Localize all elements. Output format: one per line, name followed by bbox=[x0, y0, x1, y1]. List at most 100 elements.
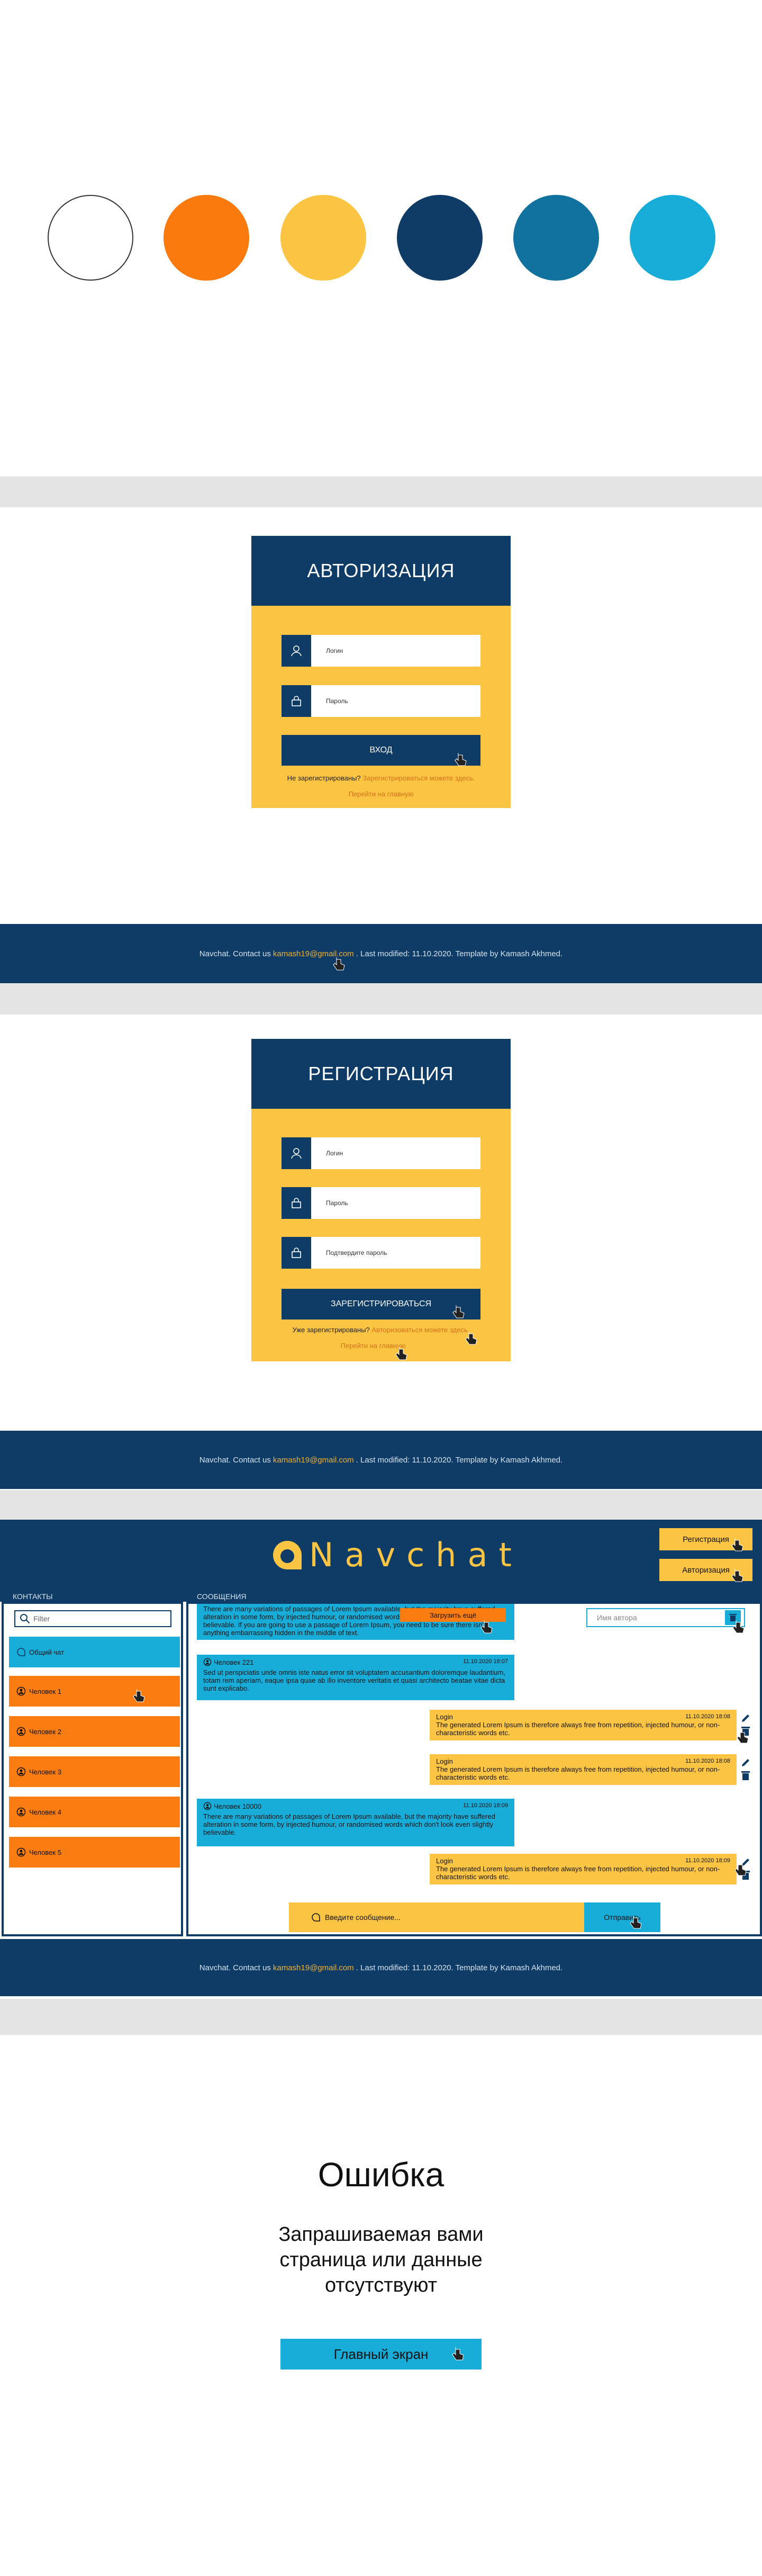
chat-bubble-icon bbox=[17, 1648, 25, 1656]
incoming-message: Человек 10000 11.10.2020 18:09 There are… bbox=[197, 1799, 514, 1846]
register-link[interactable]: Зарегистрироваться можете здесь. bbox=[362, 774, 475, 782]
message-actions bbox=[738, 1757, 754, 1781]
user-circle-icon bbox=[16, 1727, 26, 1736]
incoming-message: Человек 221 11.10.2020 18:07 Sed ut pers… bbox=[197, 1655, 514, 1700]
message-time: 11.10.2020 18:08 bbox=[685, 1713, 730, 1720]
user-circle-icon bbox=[203, 1802, 212, 1810]
message-author: Человек 221 bbox=[214, 1658, 254, 1666]
swatch-white bbox=[48, 195, 133, 281]
lock-icon bbox=[282, 1237, 311, 1269]
footer-email-link[interactable]: kamash19@gmail.com bbox=[273, 1456, 354, 1465]
register-nav-label: Регистрация bbox=[683, 1534, 729, 1544]
separator-band bbox=[0, 477, 762, 507]
message-author: Login bbox=[436, 1757, 453, 1765]
chat-bubble-icon bbox=[312, 1913, 320, 1922]
user-circle-icon bbox=[16, 1686, 26, 1696]
logo-text: Navchat bbox=[309, 1536, 523, 1574]
pencil-icon[interactable] bbox=[740, 1757, 751, 1768]
register-prompt: Не зарегистрированы? Зарегистрироваться … bbox=[251, 774, 511, 782]
swatch-blue bbox=[513, 195, 599, 281]
login-title: АВТОРИЗАЦИЯ bbox=[251, 536, 511, 606]
message-author: Человек 10000 bbox=[214, 1802, 261, 1810]
hand-cursor-icon bbox=[452, 1305, 465, 1318]
hand-cursor-icon bbox=[731, 1538, 743, 1551]
contact-item[interactable]: Человек 2 bbox=[9, 1716, 180, 1747]
home-link[interactable]: Перейти на главную bbox=[251, 790, 511, 798]
outgoing-message: Login 11.10.2020 18:08 The generated Lor… bbox=[430, 1710, 737, 1740]
swatch-orange bbox=[164, 195, 249, 281]
message-text: Sed ut perspiciatis unde omnis iste natu… bbox=[203, 1668, 505, 1692]
login-submit-button[interactable]: ВХОД bbox=[282, 735, 480, 766]
contact-item[interactable]: Человек 4 bbox=[9, 1797, 180, 1827]
footer-prefix: Navchat. Contact us bbox=[199, 1455, 271, 1465]
separator-band bbox=[0, 984, 762, 1015]
not-registered-text: Не зарегистрированы? bbox=[287, 774, 361, 782]
error-message: Запрашиваемая вами страница или данные о… bbox=[278, 2223, 484, 2296]
hand-cursor-icon bbox=[395, 1347, 407, 1360]
filter-input[interactable]: Filter bbox=[14, 1610, 171, 1627]
login-field[interactable]: Логин bbox=[282, 1137, 480, 1169]
footer: Navchat. Contact us kamash19@gmail.com .… bbox=[0, 1431, 762, 1489]
contact-name: Человек 2 bbox=[29, 1727, 61, 1736]
login-field[interactable]: Логин bbox=[282, 635, 480, 667]
contacts-label: КОНТАКТЫ bbox=[13, 1592, 53, 1601]
hand-cursor-icon bbox=[480, 1620, 493, 1633]
swatch-yellow bbox=[280, 195, 366, 281]
pencil-icon[interactable] bbox=[740, 1713, 751, 1724]
error-title: Ошибка bbox=[318, 2156, 444, 2194]
swatch-navy bbox=[397, 195, 483, 281]
contact-name: Человек 4 bbox=[29, 1808, 61, 1816]
hand-cursor-icon bbox=[455, 753, 467, 766]
author-filter-input[interactable]: Имя автора bbox=[586, 1608, 745, 1627]
lock-icon bbox=[282, 1187, 311, 1219]
message-text: The generated Lorem Ipsum is therefore a… bbox=[436, 1721, 720, 1737]
user-circle-icon bbox=[16, 1767, 26, 1776]
search-icon bbox=[20, 1614, 30, 1624]
message-text: The generated Lorem Ipsum is therefore a… bbox=[436, 1865, 720, 1881]
message-text: There are many variations of passages of… bbox=[203, 1812, 495, 1836]
password-field[interactable]: Пароль bbox=[282, 1187, 480, 1219]
contact-general-chat[interactable]: Общий чат bbox=[9, 1637, 180, 1667]
register-submit-button[interactable]: ЗАРЕГИСТРИРОВАТЬСЯ bbox=[282, 1289, 480, 1320]
login-placeholder: Логин bbox=[326, 647, 343, 654]
contact-item[interactable]: Человек 1 bbox=[9, 1676, 180, 1707]
hand-cursor-icon bbox=[731, 1569, 743, 1582]
footer-email-link[interactable]: kamash19@gmail.com bbox=[273, 1963, 354, 1972]
footer: Navchat. Contact us kamash19@gmail.com .… bbox=[0, 1939, 762, 1996]
footer-prefix: Navchat. Contact us bbox=[199, 949, 271, 958]
send-button[interactable]: Отправить bbox=[584, 1902, 660, 1932]
message-input[interactable]: Введите сообщение... bbox=[289, 1902, 584, 1932]
message-input-placeholder: Введите сообщение... bbox=[325, 1913, 401, 1922]
swatch-cyan bbox=[630, 195, 715, 281]
separator-band bbox=[0, 1999, 762, 2035]
footer-suffix: . Last modified: 11.10.2020. Template by… bbox=[356, 949, 563, 958]
author-placeholder: Имя автора bbox=[597, 1613, 637, 1622]
message-time: 11.10.2020 18:09 bbox=[463, 1802, 508, 1809]
separator-band bbox=[0, 1490, 762, 1520]
trash-icon[interactable] bbox=[741, 1770, 750, 1781]
message-time: 11.10.2020 18:07 bbox=[463, 1658, 508, 1665]
message-text: The generated Lorem Ipsum is therefore a… bbox=[436, 1765, 720, 1781]
login-link[interactable]: Авторизоваться можете здесь. bbox=[371, 1326, 469, 1334]
chat-bubble-logo-icon bbox=[273, 1540, 302, 1569]
outgoing-message: Login 11.10.2020 18:08 The generated Lor… bbox=[430, 1754, 737, 1785]
login-placeholder: Логин bbox=[326, 1150, 343, 1157]
contact-item[interactable]: Человек 5 bbox=[9, 1837, 180, 1868]
messages-label: СООБЩЕНИЯ bbox=[197, 1592, 247, 1601]
message-time: 11.10.2020 18:08 bbox=[685, 1758, 730, 1764]
outgoing-message: Login 11.10.2020 18:09 The generated Lor… bbox=[430, 1854, 737, 1884]
hand-cursor-icon bbox=[452, 2347, 464, 2360]
user-circle-icon bbox=[16, 1847, 26, 1857]
footer: Navchat. Contact us kamash19@gmail.com .… bbox=[0, 924, 762, 983]
home-link[interactable]: Перейти на главную bbox=[251, 1342, 495, 1350]
confirm-placeholder: Подтвердите пароль bbox=[326, 1249, 387, 1256]
confirm-password-field[interactable]: Подтвердите пароль bbox=[282, 1237, 480, 1269]
hand-cursor-icon bbox=[133, 1689, 145, 1702]
password-field[interactable]: Пароль bbox=[282, 685, 480, 717]
contact-item[interactable]: Человек 3 bbox=[9, 1756, 180, 1787]
hand-cursor-icon bbox=[630, 1916, 642, 1929]
footer-prefix: Navchat. Contact us bbox=[199, 1963, 271, 1972]
register-form: Логин Пароль Подтвердите пароль ЗАРЕГИСТ… bbox=[251, 1109, 511, 1361]
password-placeholder: Пароль bbox=[326, 1199, 348, 1207]
chat-header: Navchat Регистрация Авторизация bbox=[0, 1520, 762, 1591]
